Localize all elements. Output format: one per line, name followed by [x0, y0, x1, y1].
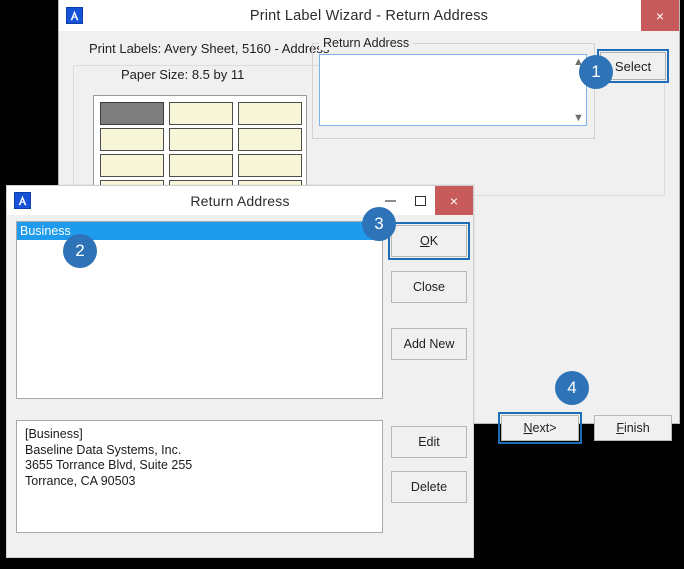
detail-line: Torrance, CA 90503: [25, 473, 136, 488]
add-new-button[interactable]: Add New: [391, 328, 467, 360]
detail-line: 3655 Torrance Blvd, Suite 255: [25, 458, 193, 472]
paper-size-label: Paper Size: 8.5 by 11: [121, 67, 245, 82]
return-address-group-title: Return Address: [319, 36, 414, 50]
label-cell[interactable]: [238, 102, 302, 125]
callout-badge-2: 2: [63, 234, 97, 268]
app-a-icon: [14, 192, 31, 209]
close-button[interactable]: Close: [391, 271, 467, 303]
wizard-window-controls: ×: [641, 0, 679, 31]
close-icon[interactable]: ×: [641, 0, 679, 31]
next-button-accel: N: [523, 421, 533, 435]
detail-line: [Business]: [25, 427, 83, 441]
label-cell[interactable]: [169, 102, 233, 125]
finish-button[interactable]: Finish: [594, 415, 672, 441]
label-cell[interactable]: [238, 154, 302, 177]
callout-badge-4: 4: [555, 371, 589, 405]
label-cell[interactable]: [238, 128, 302, 151]
label-cell[interactable]: [169, 154, 233, 177]
next-button[interactable]: Next>: [498, 412, 582, 444]
ok-button-accel: O: [419, 234, 430, 248]
close-icon[interactable]: ×: [435, 186, 473, 215]
return-address-detail-box: [Business] Baseline Data Systems, Inc. 365…: [16, 420, 383, 533]
callout-badge-1: 1: [579, 55, 613, 89]
label-cell[interactable]: [100, 128, 164, 151]
label-cell[interactable]: [100, 102, 164, 125]
callout-badge-3: 3: [362, 207, 396, 241]
return-address-input[interactable]: ▲ ▼: [319, 54, 587, 126]
wizard-title: Print Label Wizard - Return Address: [249, 7, 489, 24]
label-cell[interactable]: [100, 154, 164, 177]
chevron-down-icon[interactable]: ▼: [573, 113, 584, 124]
wizard-titlebar[interactable]: Print Label Wizard - Return Address ×: [59, 0, 679, 31]
maximize-icon[interactable]: [405, 186, 435, 215]
label-sheet-preview[interactable]: [93, 95, 307, 199]
edit-button[interactable]: Edit: [391, 426, 467, 458]
return-address-titlebar[interactable]: Return Address ×: [7, 186, 473, 215]
ok-button-label: K: [429, 234, 439, 248]
print-labels-subtitle: Print Labels: Avery Sheet, 5160 - Addres…: [89, 41, 330, 56]
label-cell[interactable]: [169, 128, 233, 151]
detail-line: Baseline Data Systems, Inc.: [25, 442, 182, 457]
finish-button-label: inish: [623, 421, 650, 435]
next-button-label: ext>: [532, 421, 557, 435]
return-address-textarea[interactable]: [320, 55, 570, 125]
ok-button[interactable]: OK: [388, 222, 470, 260]
finish-button-accel: F: [616, 421, 624, 435]
app-a-icon: [66, 7, 83, 24]
return-address-groupbox: Return Address ▲ ▼: [312, 36, 595, 139]
delete-button[interactable]: Delete: [391, 471, 467, 503]
